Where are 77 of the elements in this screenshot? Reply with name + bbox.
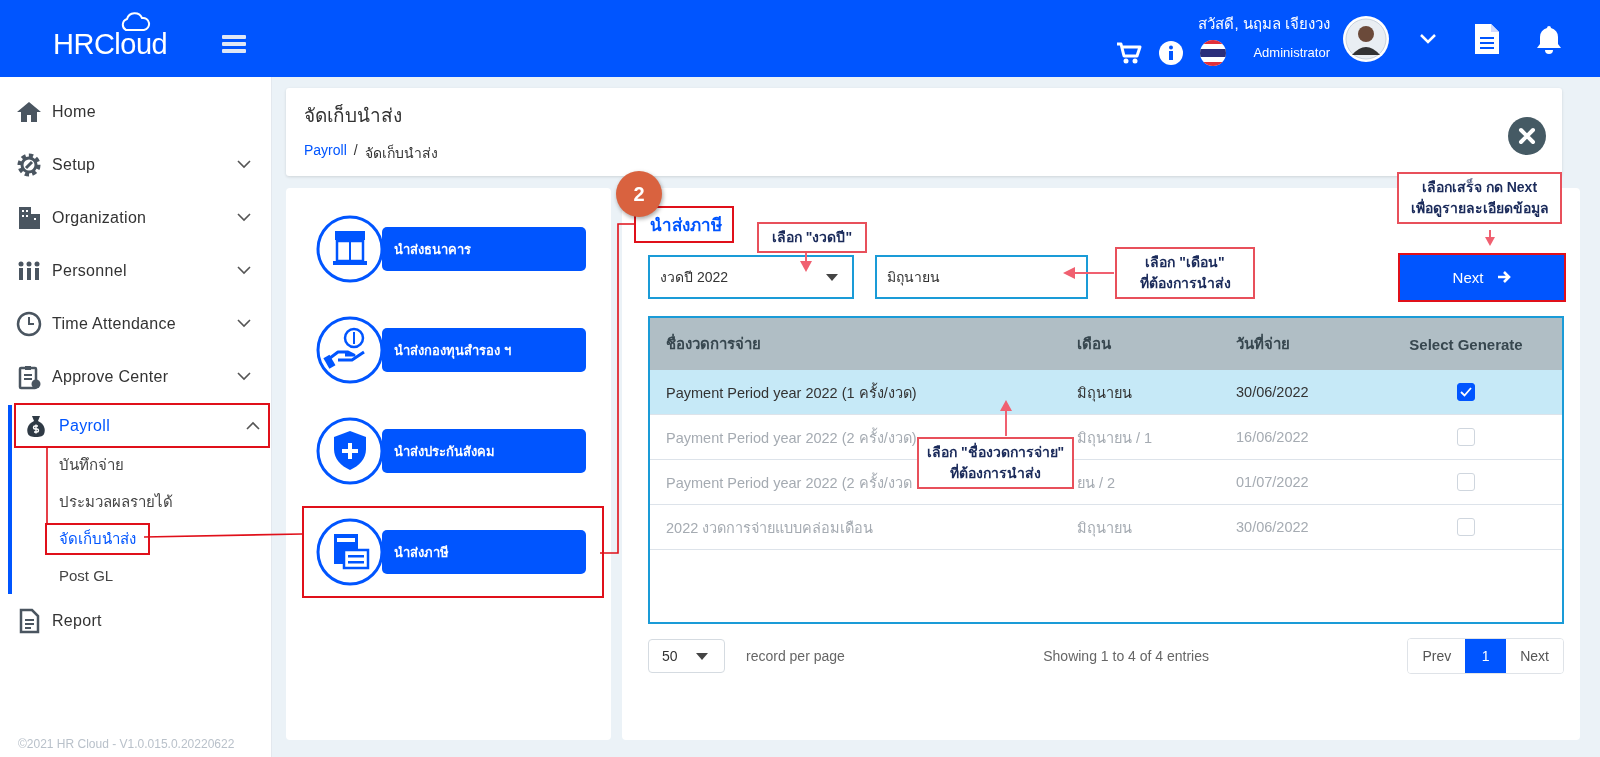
- avatar[interactable]: [1342, 14, 1390, 63]
- table-cell-text: Payment Period year 2022 (2 ครั้ง/งวด: [666, 471, 912, 493]
- sidebar-item[interactable]: Payroll: [16, 405, 268, 446]
- submenu-item[interactable]: จัดเก็บนำส่ง: [47, 524, 148, 553]
- bank-icon: [316, 215, 384, 283]
- table-cell: 01/07/2022: [1236, 474, 1309, 490]
- menu-icon[interactable]: [222, 33, 247, 54]
- sidebar-item[interactable]: Report: [0, 594, 271, 647]
- callout: เลือกเสร็จ กด Next เพื่อดูรายละเอียดข้อมูล: [1397, 172, 1562, 224]
- breadcrumb-current: จัดเก็บนำส่ง: [364, 143, 438, 163]
- arrow: [1063, 267, 1115, 279]
- building-icon: [16, 204, 42, 231]
- table-cell: 30/06/2022: [1236, 384, 1309, 400]
- remit-button[interactable]: นำส่งกองทุนสำรอง ฯ: [382, 328, 586, 372]
- table-cell-text: 2022 งวดการจ่ายแบบคล่อมเดือน: [666, 518, 874, 538]
- entries-summary: Showing 1 to 4 of 4 entries: [1043, 648, 1209, 664]
- table-cell-text: มิถุนายน: [1077, 383, 1132, 404]
- page-title: จัดเก็บนำส่ง: [304, 103, 403, 128]
- gear-icon: [16, 151, 42, 178]
- table-cell-text: มิถุนายน / 1: [1077, 428, 1153, 449]
- clock-icon: [16, 310, 42, 337]
- arrow: [1000, 400, 1012, 437]
- callout: เลือก "งวดปี": [757, 222, 867, 253]
- page-size-label: record per page: [746, 648, 845, 664]
- table-cell: 16/06/2022: [1236, 429, 1309, 445]
- document-icon[interactable]: [1475, 23, 1499, 54]
- remit-button[interactable]: นำส่งธนาคาร: [382, 227, 586, 271]
- month-field[interactable]: มิถุนายน: [875, 255, 1088, 299]
- callout: เลือก "ชื่องวดการจ่าย" ที่ต้องการนำส่ง: [917, 437, 1075, 489]
- table-cell: 30/06/2022: [1236, 519, 1309, 535]
- caret-icon: [696, 652, 708, 660]
- sidebar-item[interactable]: Time Attendance: [0, 297, 271, 350]
- submenu-item[interactable]: ประมวลผลรายได้: [47, 487, 185, 516]
- version-text: ©2021 HR Cloud - V1.0.015.0.20220622: [18, 737, 235, 751]
- next-button[interactable]: Next: [1400, 254, 1564, 300]
- chevron-down-icon[interactable]: [1419, 32, 1437, 45]
- cart-icon[interactable]: [1116, 40, 1143, 65]
- submenu-item[interactable]: Post GL: [47, 565, 126, 586]
- sidebar-item[interactable]: Setup: [0, 138, 271, 191]
- greeting: สวัสดี, นฤมล เจียงวง: [1198, 13, 1330, 34]
- close-icon[interactable]: [1508, 117, 1546, 155]
- column-header: ชื่องวดการจ่าย: [665, 332, 762, 354]
- page-size-select[interactable]: 50: [648, 639, 725, 673]
- remit-button[interactable]: นำส่งภาษี: [382, 530, 586, 574]
- info-icon[interactable]: [1159, 40, 1184, 65]
- coin-hand-icon: [316, 316, 384, 384]
- remit-button[interactable]: นำส่งประกันสังคม: [382, 429, 586, 473]
- checkbox[interactable]: [1457, 383, 1475, 401]
- submenu-item[interactable]: บันทึกจ่าย: [47, 450, 136, 479]
- tax-form-icon: [316, 518, 384, 586]
- column-header: เดือน: [1076, 334, 1112, 354]
- breadcrumb-link[interactable]: Payroll: [304, 142, 347, 164]
- logo[interactable]: HRCloud: [53, 28, 168, 61]
- table-row[interactable]: Payment Period year 2022 (1 ครั้ง/งวด) มิถุนายน 30/06/2022: [650, 370, 1562, 415]
- user-role: Administrator: [1253, 45, 1330, 60]
- table-cell-text: ยน / 2: [1077, 473, 1116, 493]
- flag-icon[interactable]: [1200, 39, 1227, 66]
- breadcrumb-separator: /: [353, 142, 358, 160]
- sidebar-item[interactable]: Home: [0, 85, 271, 138]
- column-header: Select Generate: [1408, 335, 1524, 353]
- bell-icon[interactable]: [1535, 23, 1563, 54]
- column-header: วันที่จ่าย: [1235, 332, 1291, 354]
- year-select[interactable]: งวดปี 2022: [648, 255, 854, 299]
- arrow-right-icon: [1497, 270, 1512, 284]
- table-cell-text: Payment Period year 2022 (2 ครั้ง/งวด): [666, 426, 917, 448]
- caret-icon: [826, 273, 838, 281]
- clipboard-icon: [16, 363, 42, 390]
- sidebar-item[interactable]: Organization: [0, 191, 271, 244]
- cloud-icon: [119, 12, 152, 32]
- arrow: [1485, 229, 1495, 246]
- sidebar-item[interactable]: Personnel: [0, 244, 271, 297]
- table-cell-text: Payment Period year 2022 (1 ครั้ง/งวด): [666, 381, 917, 403]
- table-cell-text: มิถุนายน: [1077, 518, 1132, 539]
- sidebar-item[interactable]: Approve Center: [0, 350, 271, 403]
- page-button[interactable]: 1: [1465, 639, 1507, 673]
- callout: เลือก "เดือน" ที่ต้องการนำส่ง: [1115, 247, 1255, 299]
- shield-plus-icon: [316, 417, 384, 485]
